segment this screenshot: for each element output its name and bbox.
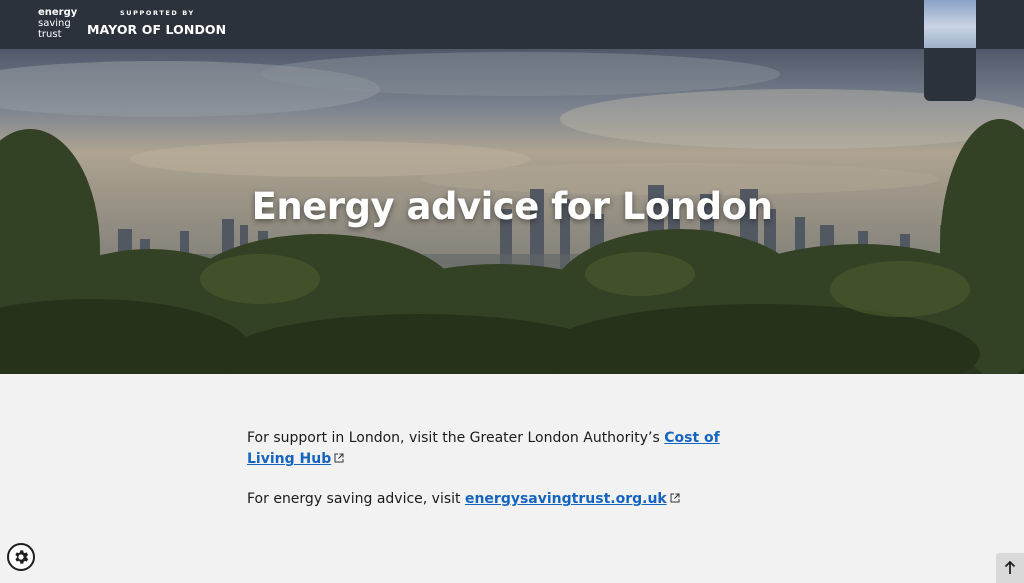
mayor-of-london-label: MAYOR OF LONDON: [87, 22, 227, 37]
energy-saving-trust-link[interactable]: energysavingtrust.org.uk: [465, 491, 667, 507]
external-link-icon: [670, 493, 680, 503]
logo-line-1: energy: [38, 7, 78, 18]
energy-saving-trust-link-label: energysavingtrust.org.uk: [464, 491, 667, 507]
external-link-icon: [334, 453, 344, 463]
energy-saving-trust-logo[interactable]: energy saving trust: [38, 7, 80, 40]
skip-tab[interactable]: [924, 0, 976, 101]
main-content: For support in London, visit the Greater…: [247, 428, 767, 529]
mayor-of-london-logo[interactable]: SUPPORTED BY MAYOR OF LONDON: [87, 9, 226, 37]
arrow-up-icon: [1004, 561, 1016, 574]
skip-tab-image: [924, 0, 976, 48]
back-to-top-button[interactable]: [996, 553, 1024, 583]
hero-banner: Energy advice for London: [0, 49, 1024, 374]
gear-icon: [15, 550, 29, 564]
logo-line-3: trust: [38, 29, 62, 40]
energy-advice-paragraph: For energy saving advice, visit energysa…: [247, 489, 767, 510]
energy-advice-text: For energy saving advice, visit: [247, 491, 465, 507]
support-text: For support in London, visit the Greater…: [247, 430, 665, 446]
cookie-settings-button[interactable]: [7, 543, 35, 571]
support-paragraph: For support in London, visit the Greater…: [247, 428, 767, 470]
page-title: Energy advice for London: [251, 185, 773, 228]
supported-by-label: SUPPORTED BY: [120, 9, 195, 17]
logo-line-2: saving: [38, 18, 71, 29]
site-header: energy saving trust SUPPORTED BY MAYOR O…: [0, 0, 1024, 49]
